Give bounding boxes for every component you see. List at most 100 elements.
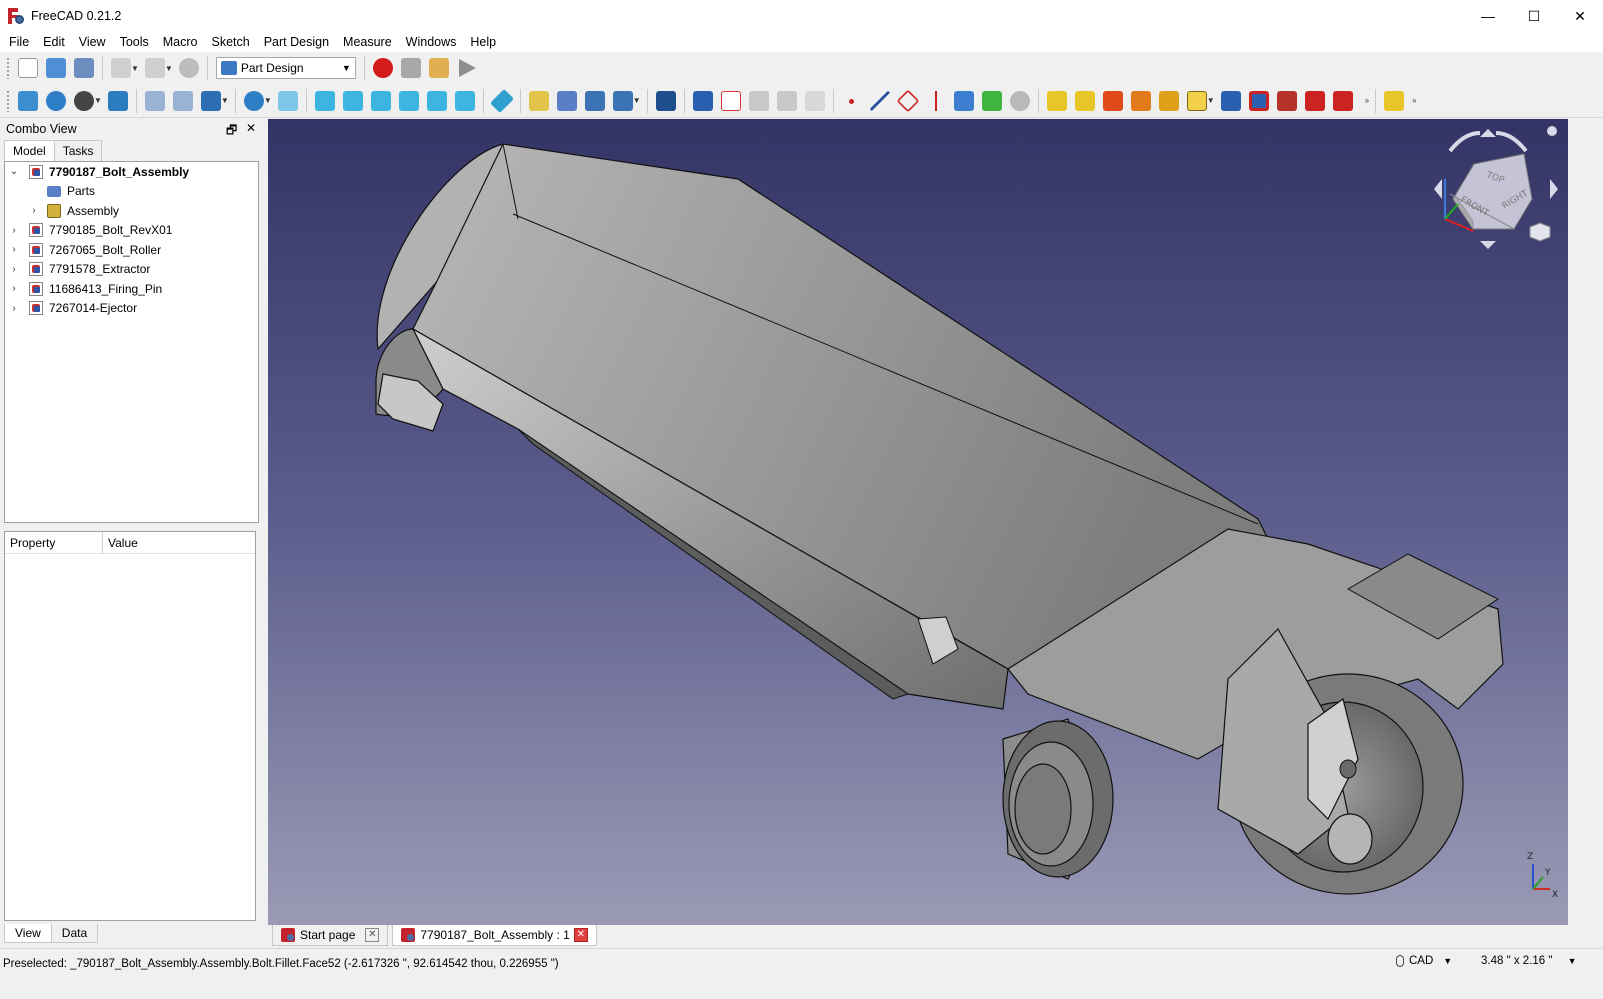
rotate-down-icon[interactable] (1480, 241, 1496, 249)
tab-view[interactable]: View (4, 924, 52, 943)
undock-icon[interactable]: 🗗 (226, 121, 237, 142)
additive-helix-button[interactable] (1127, 87, 1155, 115)
subtractive-box-button[interactable] (1301, 87, 1329, 115)
macro-record-button[interactable] (369, 54, 397, 82)
additive-pipe-button[interactable] (1155, 87, 1183, 115)
chevron-right-icon[interactable]: › (9, 264, 19, 275)
rotate-ccw-icon[interactable] (1448, 131, 1481, 153)
back-view-button[interactable] (141, 87, 169, 115)
view-dimensions[interactable]: 3.48 " x 2.16 " ▼ (1481, 955, 1577, 967)
make-link-button[interactable] (581, 87, 609, 115)
minimize-button[interactable]: — (1465, 0, 1511, 32)
link-actions-button[interactable] (609, 87, 637, 115)
menu-measure[interactable]: Measure (336, 32, 399, 52)
pocket-button[interactable] (1217, 87, 1245, 115)
rotate-left-icon[interactable] (1434, 179, 1442, 199)
tab-tasks[interactable]: Tasks (53, 140, 103, 161)
local-cs-button[interactable] (922, 87, 950, 115)
shape-binder-button[interactable] (745, 87, 773, 115)
isometric-view-button[interactable] (274, 87, 302, 115)
tree-item-ejector[interactable]: › 7267014-Ejector (5, 299, 258, 319)
additive-revolve-button[interactable] (978, 87, 1006, 115)
left-view-button[interactable] (451, 87, 479, 115)
additive-pad-button[interactable] (950, 87, 978, 115)
close-icon[interactable]: ✕ (573, 928, 588, 942)
navigation-cube[interactable]: TOP FRONT RIGHT (1434, 126, 1558, 249)
chevron-right-icon[interactable]: › (9, 283, 19, 294)
tree-item-bolt-roller[interactable]: › 7267065_Bolt_Roller (5, 240, 258, 260)
chevron-right-icon[interactable]: › (9, 225, 19, 236)
clone-button[interactable] (801, 87, 829, 115)
tree-item-firing-pin[interactable]: › 11686413_Firing_Pin (5, 279, 258, 299)
rotate-up-icon[interactable] (1480, 129, 1496, 137)
measure-button[interactable] (1380, 87, 1408, 115)
chevron-right-icon[interactable]: › (29, 205, 39, 216)
chevron-right-icon[interactable]: › (9, 244, 19, 255)
tab-data[interactable]: Data (50, 924, 99, 943)
tree-item-parts[interactable]: Parts (5, 182, 258, 202)
macro-stop-button[interactable] (397, 54, 425, 82)
hole-button[interactable] (1245, 87, 1273, 115)
measure-distance-button[interactable] (488, 87, 516, 115)
navigation-style-selector[interactable]: CAD ▼ (1396, 955, 1452, 967)
small-cube-icon[interactable] (1529, 222, 1551, 242)
toolbar-overflow-2-icon[interactable]: » (1412, 96, 1416, 105)
toolbar-overflow-icon[interactable]: » (1365, 96, 1369, 105)
new-document-button[interactable] (14, 54, 42, 82)
redo-button[interactable] (141, 54, 169, 82)
front-view-button[interactable] (311, 87, 339, 115)
whats-this-button[interactable] (652, 87, 680, 115)
create-sketch-button[interactable] (717, 87, 745, 115)
maximize-button[interactable]: ☐ (1511, 0, 1557, 32)
sync-view-button[interactable] (197, 87, 225, 115)
refresh-button[interactable] (175, 54, 203, 82)
chevron-right-icon[interactable]: › (9, 303, 19, 314)
datum-point-button[interactable] (838, 87, 866, 115)
menu-windows[interactable]: Windows (399, 32, 464, 52)
fit-all-button[interactable] (14, 87, 42, 115)
workbench-selector[interactable]: Part Design ▼ (215, 57, 356, 79)
menu-part-design[interactable]: Part Design (257, 32, 336, 52)
close-icon[interactable]: ✕ (365, 928, 380, 942)
sub-shape-binder-button[interactable] (773, 87, 801, 115)
top-view-button[interactable] (339, 87, 367, 115)
zoom-button[interactable] (240, 87, 268, 115)
bounding-box-button[interactable] (104, 87, 132, 115)
menu-tools[interactable]: Tools (113, 32, 156, 52)
draw-style-button[interactable] (70, 87, 98, 115)
property-column-header[interactable]: Property (5, 531, 103, 554)
right-view-button[interactable] (367, 87, 395, 115)
menu-macro[interactable]: Macro (156, 32, 205, 52)
datum-line-button[interactable] (866, 87, 894, 115)
create-body-button[interactable] (689, 87, 717, 115)
datum-plane-button[interactable] (894, 87, 922, 115)
groove-button[interactable] (1273, 87, 1301, 115)
additive-loft-button[interactable] (1006, 87, 1034, 115)
save-document-button[interactable] (70, 54, 98, 82)
close-window-button[interactable]: ✕ (1557, 0, 1603, 32)
open-document-button[interactable] (42, 54, 70, 82)
revolution-button[interactable] (1071, 87, 1099, 115)
macro-edit-button[interactable] (425, 54, 453, 82)
tree-item-extractor[interactable]: › 7791578_Extractor (5, 260, 258, 280)
menu-edit[interactable]: Edit (36, 32, 72, 52)
tree-item-document[interactable]: ⌄ 7790187_Bolt_Assembly (5, 162, 258, 182)
additive-primitive-button[interactable] (1183, 87, 1211, 115)
tree-item-assembly[interactable]: › Assembly (5, 201, 258, 221)
rotate-right-icon[interactable] (1550, 179, 1558, 199)
3d-viewport[interactable]: TOP FRONT RIGHT Z X Y (268, 119, 1568, 925)
forward-view-button[interactable] (169, 87, 197, 115)
menu-view[interactable]: View (72, 32, 113, 52)
value-column-header[interactable]: Value (103, 536, 138, 550)
menu-file[interactable]: File (2, 32, 36, 52)
macro-run-button[interactable] (453, 54, 481, 82)
tree-item-bolt[interactable]: › 7790185_Bolt_RevX01 (5, 221, 258, 241)
menu-sketch[interactable]: Sketch (205, 32, 257, 52)
menu-help[interactable]: Help (463, 32, 503, 52)
toolbar-grip[interactable] (6, 57, 10, 79)
create-part-button[interactable] (525, 87, 553, 115)
bolt-assembly-model[interactable]: TOP FRONT RIGHT Z X Y (268, 119, 1568, 925)
chevron-down-icon[interactable]: ⌄ (9, 166, 19, 177)
tab-start-page[interactable]: Start page ✕ (272, 925, 389, 946)
undo-button[interactable] (107, 54, 135, 82)
